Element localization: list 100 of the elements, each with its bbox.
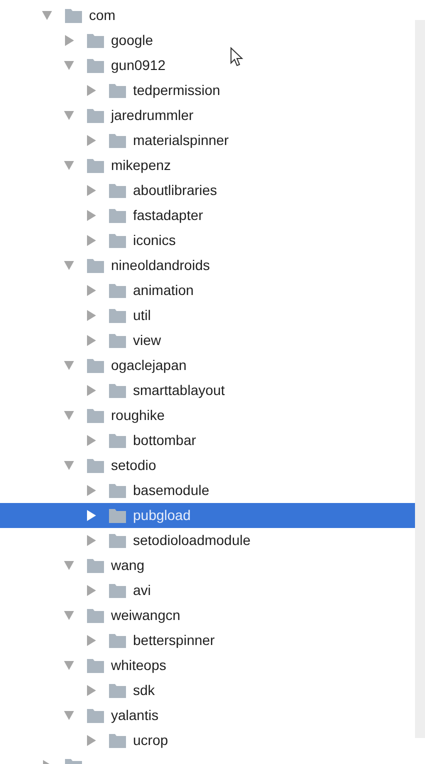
caret-right-icon[interactable] bbox=[64, 35, 75, 46]
folder-label: setodio bbox=[111, 456, 156, 475]
folder-label: jaredrummler bbox=[111, 106, 194, 125]
folder-label: aboutlibraries bbox=[133, 181, 218, 200]
folder-label: bottombar bbox=[133, 431, 196, 450]
tree-item[interactable]: setodio bbox=[0, 453, 415, 478]
folder-icon bbox=[109, 184, 126, 198]
caret-down-icon[interactable] bbox=[64, 160, 75, 171]
folder-label: roughike bbox=[111, 406, 165, 425]
folder-icon bbox=[109, 534, 126, 548]
folder-icon bbox=[87, 658, 104, 672]
tree-item[interactable]: ucrop bbox=[0, 728, 415, 753]
tree-item[interactable]: roughike bbox=[0, 403, 415, 428]
caret-right-icon[interactable] bbox=[86, 235, 97, 246]
tree-item[interactable]: tedpermission bbox=[0, 78, 415, 103]
tree-item[interactable]: bottombar bbox=[0, 428, 415, 453]
folder-icon bbox=[109, 734, 126, 748]
folder-icon bbox=[87, 458, 104, 472]
caret-right-icon[interactable] bbox=[86, 510, 97, 521]
folder-label: yalantis bbox=[111, 706, 158, 725]
folder-label: google bbox=[111, 31, 154, 50]
folder-label: com bbox=[89, 6, 116, 25]
caret-right-icon[interactable] bbox=[86, 385, 97, 396]
tree-item[interactable]: basemodule bbox=[0, 478, 415, 503]
caret-right-icon[interactable] bbox=[86, 135, 97, 146]
tree-item[interactable]: util bbox=[0, 303, 415, 328]
folder-icon bbox=[87, 558, 104, 572]
caret-down-icon[interactable] bbox=[64, 360, 75, 371]
tree-item[interactable]: weiwangcn bbox=[0, 603, 415, 628]
tree-item[interactable]: pubgload bbox=[0, 503, 415, 528]
caret-down-icon[interactable] bbox=[64, 460, 75, 471]
folder-label: gun0912 bbox=[111, 56, 166, 75]
cursor-icon bbox=[230, 47, 244, 67]
folder-label: wang bbox=[111, 556, 144, 575]
tree-item[interactable]: avi bbox=[0, 578, 415, 603]
folder-icon bbox=[87, 108, 104, 122]
folder-icon bbox=[109, 308, 126, 322]
folder-label: view bbox=[133, 331, 162, 350]
caret-right-icon[interactable] bbox=[86, 85, 97, 96]
caret-down-icon[interactable] bbox=[64, 110, 75, 121]
caret-down-icon[interactable] bbox=[64, 710, 75, 721]
caret-right-icon[interactable] bbox=[86, 635, 97, 646]
folder-icon bbox=[109, 384, 126, 398]
tree-item[interactable]: view bbox=[0, 328, 415, 353]
folder-icon bbox=[109, 684, 126, 698]
caret-down-icon[interactable] bbox=[64, 60, 75, 71]
caret-down-icon[interactable] bbox=[64, 260, 75, 271]
tree-item[interactable]: yalantis bbox=[0, 703, 415, 728]
tree-item[interactable]: materialspinner bbox=[0, 128, 415, 153]
tree-item[interactable]: sdk bbox=[0, 678, 415, 703]
folder-label: nineoldandroids bbox=[111, 256, 210, 275]
caret-down-icon[interactable] bbox=[42, 10, 53, 21]
caret-right-icon[interactable] bbox=[86, 310, 97, 321]
folder-icon bbox=[65, 8, 82, 22]
caret-down-icon[interactable] bbox=[64, 610, 75, 621]
tree-item[interactable]: ogaclejapan bbox=[0, 353, 415, 378]
tree-item[interactable]: gun0912 bbox=[0, 53, 415, 78]
folder-label: iconics bbox=[133, 231, 176, 250]
folder-icon bbox=[87, 608, 104, 622]
tree-item[interactable]: com bbox=[0, 3, 415, 28]
folder-icon bbox=[109, 634, 126, 648]
caret-right-icon[interactable] bbox=[86, 585, 97, 596]
tree-item[interactable]: animation bbox=[0, 278, 415, 303]
tree-item[interactable]: fastadapter bbox=[0, 203, 415, 228]
folder-icon bbox=[87, 258, 104, 272]
caret-right-icon[interactable] bbox=[86, 285, 97, 296]
caret-right-icon[interactable] bbox=[86, 210, 97, 221]
folder-icon bbox=[109, 334, 126, 348]
tree-item[interactable]: whiteops bbox=[0, 653, 415, 678]
tree-item[interactable]: iconics bbox=[0, 228, 415, 253]
folder-label: tedpermission bbox=[133, 81, 220, 100]
caret-right-icon[interactable] bbox=[86, 535, 97, 546]
tree-item[interactable]: mikepenz bbox=[0, 153, 415, 178]
folder-icon bbox=[87, 58, 104, 72]
tree-item[interactable]: wang bbox=[0, 553, 415, 578]
tree-item[interactable]: setodioloadmodule bbox=[0, 528, 415, 553]
caret-right-icon[interactable] bbox=[86, 485, 97, 496]
caret-down-icon[interactable] bbox=[64, 560, 75, 571]
caret-right-icon[interactable] bbox=[86, 185, 97, 196]
caret-right-icon[interactable] bbox=[86, 435, 97, 446]
tree-item[interactable]: google bbox=[0, 28, 415, 53]
folder-label: mikepenz bbox=[111, 156, 171, 175]
scrollbar-thumb[interactable] bbox=[415, 20, 425, 738]
tree-item[interactable]: aboutlibraries bbox=[0, 178, 415, 203]
folder-icon bbox=[87, 158, 104, 172]
folder-icon bbox=[87, 408, 104, 422]
caret-down-icon[interactable] bbox=[64, 410, 75, 421]
folder-label: animation bbox=[133, 281, 194, 300]
folder-label: ucrop bbox=[133, 731, 168, 750]
tree-item[interactable]: jaredrummler bbox=[0, 103, 415, 128]
caret-right-icon[interactable] bbox=[86, 685, 97, 696]
tree-item[interactable]: smarttablayout bbox=[0, 378, 415, 403]
folder-icon bbox=[109, 234, 126, 248]
caret-right-icon[interactable] bbox=[86, 335, 97, 346]
caret-right-icon[interactable] bbox=[86, 735, 97, 746]
folder-label: weiwangcn bbox=[111, 606, 180, 625]
folder-label: smarttablayout bbox=[133, 381, 225, 400]
caret-down-icon[interactable] bbox=[64, 660, 75, 671]
tree-item[interactable]: nineoldandroids bbox=[0, 253, 415, 278]
tree-item[interactable]: betterspinner bbox=[0, 628, 415, 653]
